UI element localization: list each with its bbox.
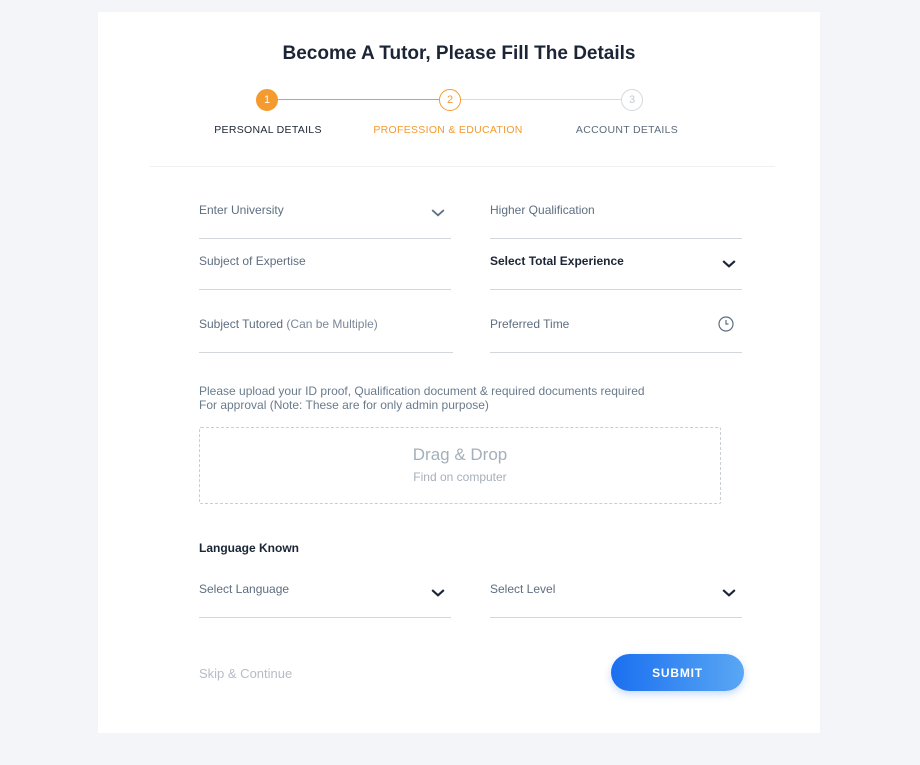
language-known-heading: Language Known [199, 541, 299, 555]
file-dropzone[interactable]: Drag & Drop Find on computer [199, 427, 721, 504]
level-select[interactable]: Select Level [490, 582, 742, 618]
step-1-label[interactable]: PERSONAL DETAILS [214, 124, 322, 136]
clock-icon[interactable] [718, 316, 734, 332]
university-select[interactable]: Enter University [199, 203, 451, 239]
upload-note-line-1: Please upload your ID proof, Qualificati… [199, 384, 645, 398]
find-on-computer-link[interactable]: Find on computer [200, 470, 720, 484]
step-2-label[interactable]: PROFESSION & EDUCATION [373, 124, 522, 136]
upload-instructions: Please upload your ID proof, Qualificati… [199, 384, 645, 412]
preferred-time-label: Preferred Time [490, 317, 570, 331]
subject-tutored-label: Subject Tutored (Can be Multiple) [199, 317, 378, 331]
form-card: Become A Tutor, Please Fill The Details … [98, 12, 820, 733]
step-2-indicator[interactable]: 2 [439, 89, 461, 111]
chevron-down-icon[interactable] [722, 257, 736, 271]
qualification-label: Higher Qualification [490, 203, 595, 217]
step-3-label[interactable]: ACCOUNT DETAILS [576, 124, 678, 136]
subject-tutored-hint: (Can be Multiple) [286, 317, 378, 331]
language-select[interactable]: Select Language [199, 582, 451, 618]
upload-note-line-2: For approval (Note: These are for only a… [199, 398, 489, 412]
section-divider [150, 166, 775, 167]
level-label: Select Level [490, 582, 556, 596]
stepper-remaining-line [461, 99, 621, 100]
dropzone-title: Drag & Drop [412, 445, 508, 464]
university-label: Enter University [199, 203, 284, 217]
preferred-time-input[interactable]: Preferred Time [490, 316, 742, 353]
experience-select[interactable]: Select Total Experience [490, 254, 742, 290]
step-3-indicator[interactable]: 3 [621, 89, 643, 111]
language-label: Select Language [199, 582, 290, 596]
subject-tutored-input[interactable]: Subject Tutored (Can be Multiple) [199, 317, 453, 353]
skip-continue-link[interactable]: Skip & Continue [199, 666, 292, 681]
expertise-input[interactable]: Subject of Expertise [199, 254, 451, 290]
step-1-indicator[interactable]: 1 [256, 89, 278, 111]
stepper-progress-line [277, 99, 439, 100]
qualification-input[interactable]: Higher Qualification [490, 203, 742, 239]
subject-tutored-text: Subject Tutored [199, 317, 284, 331]
submit-button[interactable]: SUBMIT [611, 654, 744, 691]
chevron-down-icon[interactable] [431, 586, 445, 600]
chevron-down-icon[interactable] [431, 206, 445, 220]
expertise-label: Subject of Expertise [199, 254, 306, 268]
chevron-down-icon[interactable] [722, 586, 736, 600]
page-title: Become A Tutor, Please Fill The Details [282, 43, 636, 64]
experience-label: Select Total Experience [490, 254, 624, 268]
